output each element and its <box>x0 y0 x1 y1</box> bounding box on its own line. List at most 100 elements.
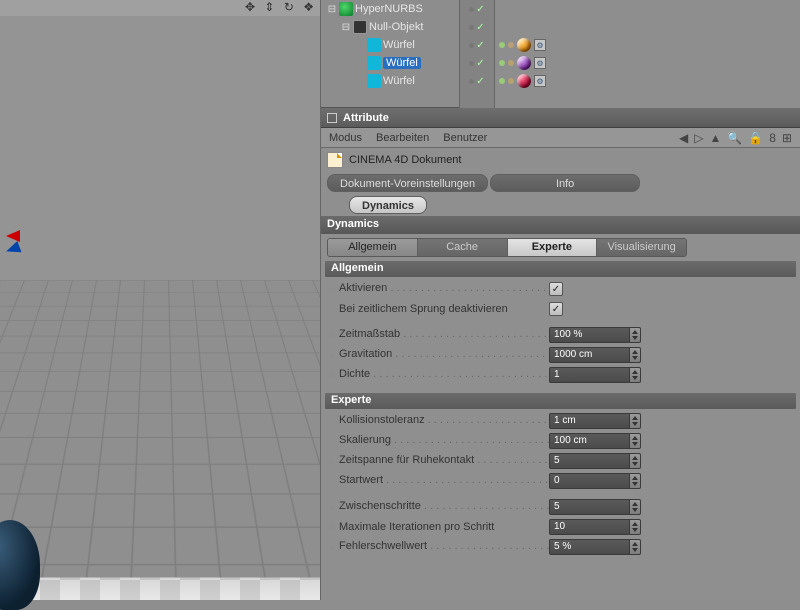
spinner-icon[interactable] <box>629 347 641 363</box>
axis-z-icon <box>0 241 21 259</box>
field-kollisionstoleranz[interactable]: 1 cm <box>549 413 641 429</box>
object-label: Würfel <box>383 39 415 51</box>
lock-icon[interactable]: 🔒 <box>748 131 763 145</box>
dolly-icon[interactable]: ⇕ <box>264 0 276 14</box>
param-label: Kollisionstoleranz <box>339 414 549 428</box>
visibility-cell[interactable]: ✓ <box>460 36 494 54</box>
visibility-cell[interactable]: ✓ <box>460 0 494 18</box>
tree-row-null[interactable]: ⊟ Null-Objekt <box>325 18 451 36</box>
spinner-icon[interactable] <box>629 413 641 429</box>
param-label: Zeitmaßstab <box>339 328 549 342</box>
menu-modus[interactable]: Modus <box>329 132 362 144</box>
tag-row[interactable]: ⚙ <box>495 72 800 90</box>
param-skalierung: Skalierung 100 cm <box>329 431 792 451</box>
param-label: Zwischenschritte <box>339 500 549 514</box>
tab-cache[interactable]: Cache <box>418 239 508 256</box>
field-zeitspanne[interactable]: 5 <box>549 453 641 469</box>
pill-dynamics[interactable]: Dynamics <box>349 196 427 214</box>
viewport-3d[interactable]: ✥ ⇕ ↻ ❖ <box>0 0 320 600</box>
field-fehler[interactable]: 5 % <box>549 539 641 555</box>
param-label: Gravitation <box>339 348 549 362</box>
dynamics-tag-icon[interactable]: ⚙ <box>534 57 546 69</box>
history-back-icon[interactable]: ◀ <box>679 131 688 145</box>
param-dichte: ○ Dichte 1 <box>329 365 792 385</box>
tree-row-cube[interactable]: Würfel <box>325 36 451 54</box>
panel-menu-icon[interactable] <box>327 113 337 123</box>
param-bullet-icon: ○ <box>329 351 339 360</box>
param-zeitmassstab: ○ Zeitmaßstab 100 % <box>329 325 792 345</box>
visibility-cell[interactable]: ✓ <box>460 54 494 72</box>
material-tag-icon[interactable] <box>517 56 531 70</box>
link-icon[interactable]: 8 <box>769 131 776 145</box>
param-zeitspanne: ○ Zeitspanne für Ruhekontakt 5 <box>329 451 792 471</box>
history-forward-icon[interactable]: ▷ <box>694 131 703 145</box>
pan-icon[interactable]: ✥ <box>245 0 257 14</box>
param-bullet-icon: ○ <box>329 331 339 340</box>
field-dichte[interactable]: 1 <box>549 367 641 383</box>
orbit-icon[interactable]: ↻ <box>284 0 296 14</box>
tree-row-cube-selected[interactable]: Würfel <box>325 54 451 72</box>
param-zwischenschritte: ○ Zwischenschritte 5 <box>329 497 792 517</box>
collapse-icon[interactable]: ⊟ <box>341 22 351 33</box>
group-allgemein: Allgemein <box>325 261 796 277</box>
checkbox-bei-sprung[interactable]: ✓ <box>549 302 563 316</box>
tag-row[interactable]: ⚙ <box>495 36 800 54</box>
search-icon[interactable]: 🔍 <box>727 131 742 145</box>
tree-row-cube[interactable]: Würfel <box>325 72 451 90</box>
spinner-icon[interactable] <box>629 433 641 449</box>
menu-benutzer[interactable]: Benutzer <box>443 132 487 144</box>
collapse-icon[interactable]: ⊟ <box>327 4 337 15</box>
tag-row <box>495 0 800 18</box>
dynamics-tag-icon[interactable]: ⚙ <box>534 39 546 51</box>
tab-experte[interactable]: Experte <box>508 239 598 256</box>
tab-visualisierung[interactable]: Visualisierung <box>597 239 686 256</box>
param-kollisionstoleranz: Kollisionstoleranz 1 cm <box>329 411 792 431</box>
spinner-icon[interactable] <box>629 539 641 555</box>
category-pill-row-2: Dynamics <box>321 194 800 216</box>
spinner-icon[interactable] <box>629 367 641 383</box>
viewport-toolbar: ✥ ⇕ ↻ ❖ <box>0 0 320 16</box>
pill-document-settings[interactable]: Dokument-Voreinstellungen <box>327 174 488 192</box>
param-gravitation: ○ Gravitation 1000 cm <box>329 345 792 365</box>
field-startwert[interactable]: 0 <box>549 473 641 489</box>
spinner-icon[interactable] <box>629 499 641 515</box>
visibility-cell[interactable]: ✓ <box>460 72 494 90</box>
spinner-icon[interactable] <box>629 473 641 489</box>
tag-row[interactable]: ⚙ <box>495 54 800 72</box>
param-label: Fehlerschwellwert <box>339 540 549 554</box>
field-gravitation[interactable]: 1000 cm <box>549 347 641 363</box>
history-up-icon[interactable]: ▲ <box>709 131 721 145</box>
field-skalierung[interactable]: 100 cm <box>549 433 641 449</box>
object-label: Würfel <box>383 57 421 69</box>
tree-row-hypernurbs[interactable]: ⊟ HyperNURBS <box>325 0 451 18</box>
param-block-experte: Kollisionstoleranz 1 cm Skalierung 100 c… <box>321 409 800 563</box>
visibility-cell[interactable]: ✓ <box>460 18 494 36</box>
material-tag-icon[interactable] <box>517 38 531 52</box>
document-row: CINEMA 4D Dokument <box>321 148 800 172</box>
cube-icon <box>367 38 381 52</box>
material-tag-icon[interactable] <box>517 74 531 88</box>
param-label: Dichte <box>339 368 549 382</box>
menu-bearbeiten[interactable]: Bearbeiten <box>376 132 429 144</box>
maximize-icon[interactable]: ❖ <box>303 0 316 14</box>
new-window-icon[interactable]: ⊞ <box>782 131 792 145</box>
dynamics-tag-icon[interactable]: ⚙ <box>534 75 546 87</box>
cube-icon <box>367 74 381 88</box>
attribute-tools: ◀ ▷ ▲ 🔍 🔒 8 ⊞ <box>679 131 792 145</box>
param-label: Skalierung <box>339 434 549 448</box>
spinner-icon[interactable] <box>629 453 641 469</box>
param-bullet-icon: ○ <box>329 285 339 294</box>
spinner-icon[interactable] <box>629 327 641 343</box>
field-max-iter[interactable]: 10 <box>549 519 641 535</box>
attribute-manager: Attribute Modus Bearbeiten Benutzer ◀ ▷ … <box>321 108 800 600</box>
field-zwischenschritte[interactable]: 5 <box>549 499 641 515</box>
param-bullet-icon: ○ <box>329 457 339 466</box>
spinner-icon[interactable] <box>629 519 641 535</box>
checkbox-aktivieren[interactable]: ✓ <box>549 282 563 296</box>
axis-gizmo[interactable] <box>0 220 30 250</box>
param-bullet-icon: ○ <box>329 523 339 532</box>
group-experte: Experte <box>325 393 796 409</box>
pill-info[interactable]: Info <box>490 174 640 192</box>
tab-allgemein[interactable]: Allgemein <box>328 239 418 256</box>
field-zeitmassstab[interactable]: 100 % <box>549 327 641 343</box>
